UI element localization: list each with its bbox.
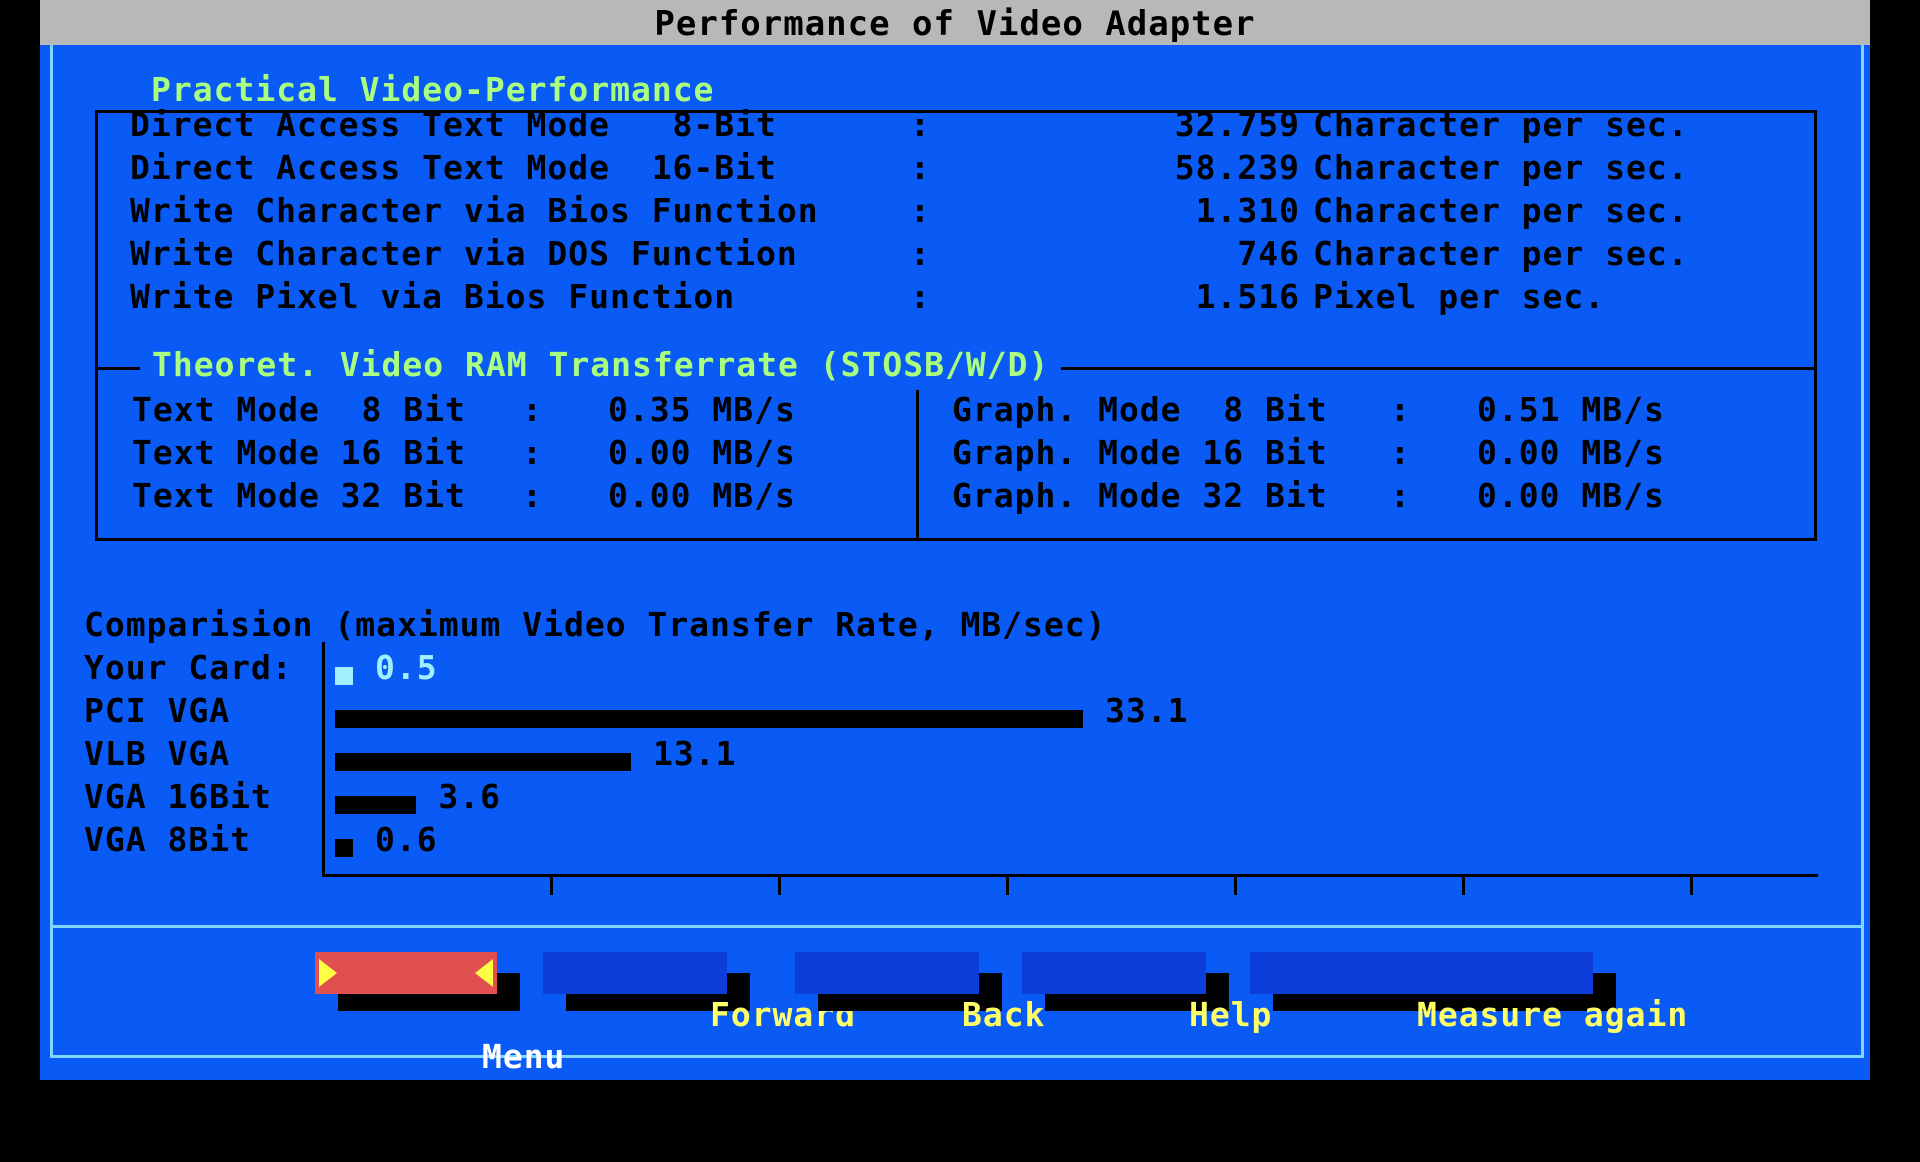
- arrow-right-icon: [319, 959, 337, 987]
- practical-row-unit: Character per sec.: [1313, 191, 1689, 230]
- text-mode-sep: :: [522, 433, 543, 472]
- chart-x-axis: [322, 874, 1818, 877]
- text-mode-label: Text Mode 32 Bit: [132, 476, 466, 515]
- chart-bar: [335, 796, 417, 814]
- practical-row-unit: Character per sec.: [1313, 148, 1689, 187]
- graph-mode-label: Graph. Mode 16 Bit: [952, 433, 1328, 472]
- practical-row-unit: Character per sec.: [1313, 105, 1689, 144]
- chart-tick: [1006, 877, 1009, 895]
- chart-value-label: 0.5: [375, 648, 438, 687]
- practical-row-sep: :: [910, 277, 931, 316]
- main-window: Practical Video-Performance Direct Acces…: [40, 45, 1920, 1080]
- practical-row-sep: :: [910, 148, 931, 187]
- chart-value-label: 0.6: [375, 820, 438, 859]
- chart-bar: [335, 753, 632, 771]
- text-mode-value: 0.35 MB/s: [608, 390, 796, 429]
- chart-value-label: 3.6: [438, 777, 501, 816]
- graph-mode-value: 0.00 MB/s: [1477, 433, 1665, 472]
- practical-row-label: Write Character via Bios Function: [130, 191, 819, 230]
- text-mode-sep: :: [522, 390, 543, 429]
- graph-mode-sep: :: [1390, 476, 1411, 515]
- chart-bar: [335, 839, 353, 857]
- chart-tick: [778, 877, 781, 895]
- theoretical-section-title: Theoret. Video RAM Transferrate (STOSB/W…: [140, 345, 1062, 384]
- chart-category-label: VLB VGA: [84, 734, 231, 773]
- text-mode-sep: :: [522, 476, 543, 515]
- graph-mode-sep: :: [1390, 433, 1411, 472]
- menu-button[interactable]: Menu: [315, 952, 564, 1076]
- text-mode-label: Text Mode 16 Bit: [132, 433, 466, 472]
- practical-row-value: 32.759: [1174, 105, 1300, 144]
- arrow-left-icon: [475, 959, 493, 987]
- text-mode-value: 0.00 MB/s: [608, 476, 796, 515]
- chart-value-label: 13.1: [653, 734, 737, 773]
- graph-mode-value: 0.00 MB/s: [1477, 476, 1665, 515]
- chart-tick: [550, 877, 553, 895]
- practical-row-sep: :: [910, 234, 931, 273]
- practical-row-unit: Character per sec.: [1313, 234, 1689, 273]
- graph-mode-sep: :: [1390, 390, 1411, 429]
- chart-bar: [335, 667, 353, 685]
- graph-mode-value: 0.51 MB/s: [1477, 390, 1665, 429]
- chart-y-axis: [322, 642, 325, 877]
- text-mode-value: 0.00 MB/s: [608, 433, 796, 472]
- practical-row-sep: :: [910, 191, 931, 230]
- dos-screen: Performance of Video Adapter Practical V…: [0, 0, 1920, 1080]
- button-area-divider: [53, 925, 1861, 928]
- practical-row-value: 1.516: [1195, 277, 1300, 316]
- measure-again-button-label: Measure again: [1416, 995, 1689, 1034]
- practical-row-value: 746: [1237, 234, 1300, 273]
- window-title: Performance of Video Adapter: [40, 0, 1870, 45]
- chart-category-label: VGA 16Bit: [84, 777, 272, 816]
- chart-category-label: Your Card:: [84, 648, 293, 687]
- practical-row-value: 1.310: [1195, 191, 1300, 230]
- forward-button[interactable]: Forward: [543, 952, 855, 1034]
- practical-row-label: Direct Access Text Mode 8-Bit: [130, 105, 777, 144]
- chart-tick: [1690, 877, 1693, 895]
- practical-row-label: Write Character via DOS Function: [130, 234, 798, 273]
- chart-value-label: 33.1: [1105, 691, 1189, 730]
- text-mode-label: Text Mode 8 Bit: [132, 390, 466, 429]
- back-button[interactable]: Back: [795, 952, 1044, 1034]
- practical-row-unit: Pixel per sec.: [1313, 277, 1606, 316]
- practical-row-sep: :: [910, 105, 931, 144]
- column-divider: [916, 390, 919, 538]
- graph-mode-label: Graph. Mode 8 Bit: [952, 390, 1328, 429]
- chart-category-label: VGA 8Bit: [84, 820, 251, 859]
- help-button[interactable]: Help: [1022, 952, 1271, 1034]
- practical-row-label: Direct Access Text Mode 16-Bit: [130, 148, 777, 187]
- practical-section-title: Practical Video-Performance: [139, 70, 727, 109]
- graph-mode-label: Graph. Mode 32 Bit: [952, 476, 1328, 515]
- chart-tick: [1462, 877, 1465, 895]
- chart-bar: [335, 710, 1083, 728]
- chart-category-label: PCI VGA: [84, 691, 231, 730]
- practical-row-label: Write Pixel via Bios Function: [130, 277, 736, 316]
- chart-title: Comparision (maximum Video Transfer Rate…: [84, 605, 1107, 644]
- menu-button-label: Menu: [481, 1037, 566, 1076]
- measure-again-button[interactable]: Measure again: [1250, 952, 1687, 1034]
- practical-row-value: 58.239: [1174, 148, 1300, 187]
- chart-tick: [1234, 877, 1237, 895]
